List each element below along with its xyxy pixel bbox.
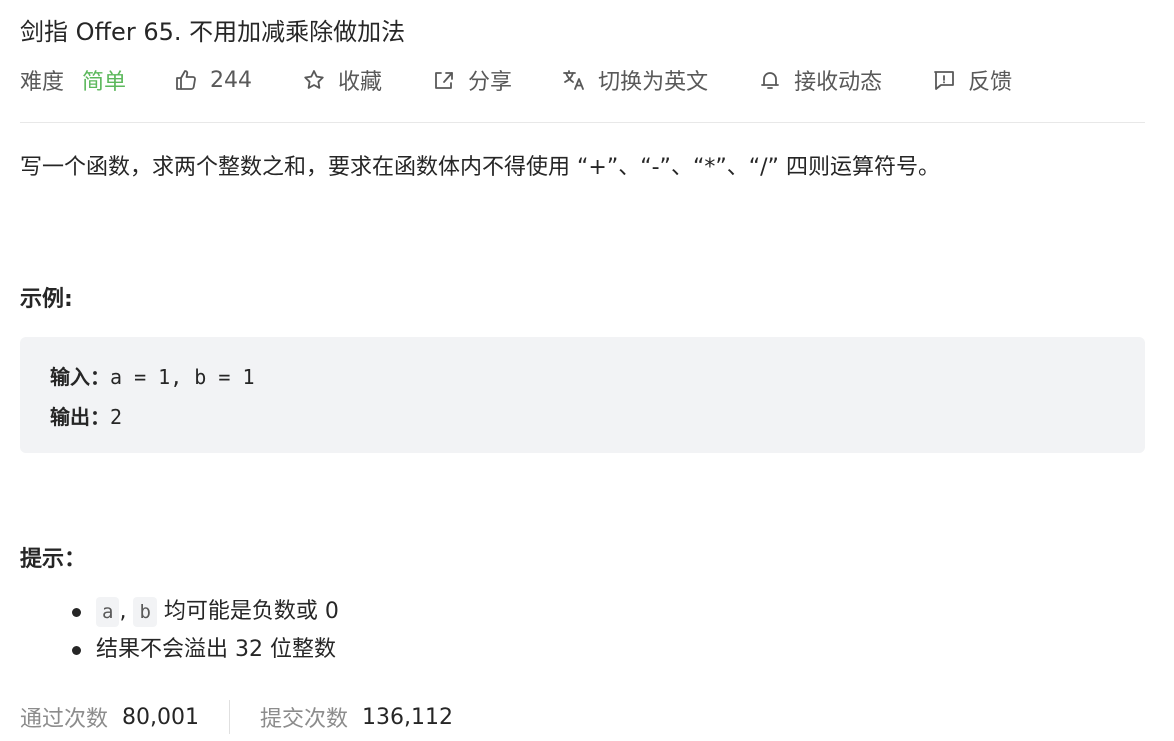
- hint-text: 均可能是负数或 0: [163, 599, 339, 624]
- accepted-value: 80,001: [122, 704, 199, 730]
- inline-code: b: [133, 597, 157, 627]
- submitted-label: 提交次数: [260, 707, 349, 732]
- like-count: 244: [210, 67, 253, 93]
- hints-title: 提示：: [20, 547, 87, 572]
- problem-page: 剑指 Offer 65. 不用加减乘除做加法 难度 简单 244 收藏 分享 切…: [20, 0, 1145, 735]
- submission-stats: 通过次数 80,001 提交次数 136,112: [20, 699, 1145, 735]
- example-output-line: 输出：2: [50, 397, 1115, 437]
- bell-icon: [758, 68, 782, 92]
- switch-language-label: 切换为英文: [598, 70, 709, 95]
- problem-description: 写一个函数，求两个整数之和，要求在函数体内不得使用 “+”、“-”、“*”、“/…: [20, 155, 940, 180]
- thumbs-up-icon: [174, 68, 198, 92]
- favorite-label: 收藏: [338, 70, 383, 95]
- submitted-value: 136,112: [362, 704, 453, 730]
- submitted-stat: 提交次数 136,112: [260, 701, 453, 733]
- inline-code: a: [96, 597, 120, 627]
- feedback-label: 反馈: [968, 70, 1013, 95]
- example-output-label: 输出：: [50, 405, 110, 429]
- example-title: 示例:: [20, 287, 73, 312]
- hint-text: 结果不会溢出 32 位整数: [96, 637, 336, 662]
- switch-language-button[interactable]: 切换为英文: [562, 64, 708, 96]
- favorite-button[interactable]: 收藏: [302, 64, 382, 96]
- share-icon: [432, 68, 456, 92]
- difficulty-value: 简单: [82, 70, 127, 95]
- difficulty-label: 难度: [20, 70, 65, 95]
- notify-button[interactable]: 接收动态: [758, 64, 882, 96]
- hints-list: a, b 均可能是负数或 0 结果不会溢出 32 位整数: [20, 593, 1145, 669]
- share-button[interactable]: 分享: [432, 64, 512, 96]
- translate-icon: [562, 68, 586, 92]
- difficulty: 难度 简单: [20, 64, 126, 96]
- hint-item: a, b 均可能是负数或 0: [72, 593, 1145, 631]
- like-button[interactable]: 244: [174, 68, 252, 93]
- feedback-button[interactable]: 反馈: [932, 64, 1012, 96]
- example-input-value: a = 1, b = 1: [110, 365, 255, 389]
- accepted-label: 通过次数: [20, 707, 109, 732]
- example-input-line: 输入：a = 1, b = 1: [50, 357, 1115, 397]
- example-code-block: 输入：a = 1, b = 1 输出：2: [20, 337, 1145, 453]
- share-label: 分享: [468, 70, 513, 95]
- problem-title: 剑指 Offer 65. 不用加减乘除做加法: [20, 18, 406, 46]
- stats-divider: [229, 700, 230, 734]
- example-output-value: 2: [110, 405, 123, 429]
- hint-item: 结果不会溢出 32 位整数: [72, 631, 1145, 669]
- accepted-stat: 通过次数 80,001: [20, 701, 199, 733]
- star-icon: [302, 68, 326, 92]
- hint-separator: ,: [119, 599, 127, 624]
- example-input-label: 输入：: [50, 365, 110, 389]
- feedback-icon: [932, 68, 956, 92]
- header-divider: [20, 122, 1145, 123]
- notify-label: 接收动态: [794, 70, 883, 95]
- problem-meta-bar: 难度 简单 244 收藏 分享 切换为英文 接收动态 反馈: [20, 60, 1145, 100]
